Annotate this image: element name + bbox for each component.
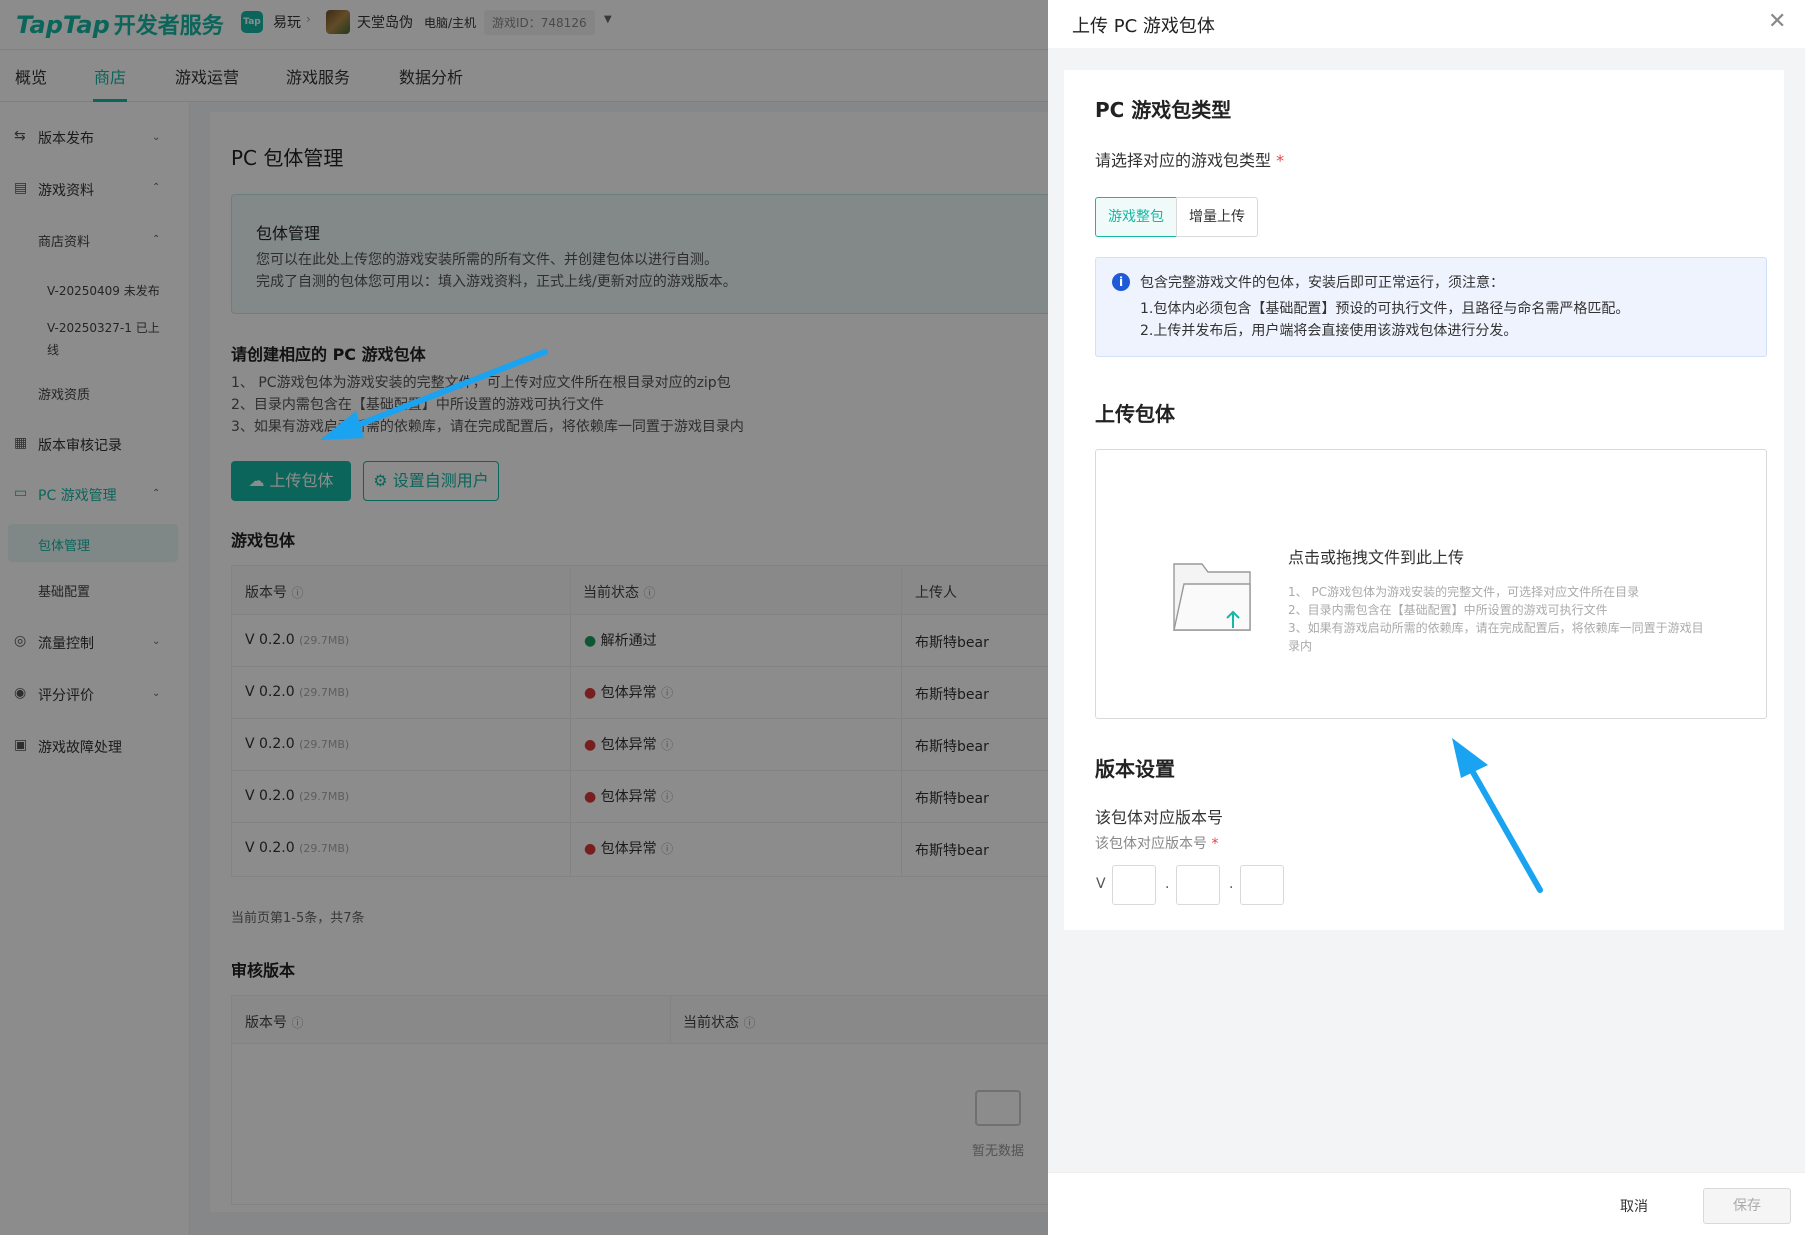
pkg-type-title: PC 游戏包类型 [1095, 98, 1232, 122]
version-patch-input[interactable] [1240, 865, 1284, 905]
option-full-package[interactable]: 游戏整包 [1095, 197, 1177, 237]
version-sublabel: 该包体对应版本号 * [1095, 836, 1219, 852]
alert-line-2: 1.包体内必须包含【基础配置】预设的可执行文件，且路径与命名需严格匹配。 [1140, 301, 1630, 317]
version-settings-title: 版本设置 [1095, 757, 1175, 781]
drawer-title: 上传 PC 游戏包体 [1072, 16, 1215, 37]
dropzone-hint-1: 1、 PC游戏包体为游戏安装的完整文件，可选择对应文件所在目录 [1288, 585, 1640, 599]
upload-title: 上传包体 [1095, 402, 1175, 426]
version-prefix: V [1096, 876, 1106, 892]
drawer-footer [1048, 1172, 1805, 1235]
close-icon[interactable]: ✕ [1768, 10, 1786, 34]
version-separator: . [1229, 876, 1234, 892]
info-icon: i [1112, 273, 1130, 291]
pkg-type-label: 请选择对应的游戏包类型 * [1095, 151, 1285, 170]
version-separator: . [1165, 876, 1170, 892]
alert-line-3: 2.上传并发布后，用户端将会直接使用该游戏包体进行分发。 [1140, 323, 1518, 339]
version-label: 该包体对应版本号 [1095, 808, 1224, 827]
dropzone-hint-3: 3、如果有游戏启动所需的依赖库，请在完成配置后，将依赖库一同置于游戏目 [1288, 621, 1704, 635]
dropzone-hint-4: 录内 [1288, 639, 1313, 653]
save-button[interactable]: 保存 [1703, 1188, 1791, 1224]
modal-overlay[interactable] [0, 0, 1048, 1235]
option-incremental[interactable]: 增量上传 [1176, 197, 1258, 237]
cancel-button[interactable]: 取消 [1620, 1196, 1648, 1216]
version-major-input[interactable] [1112, 865, 1156, 905]
folder-upload-icon [1173, 563, 1251, 631]
dropzone-title: 点击或拖拽文件到此上传 [1288, 548, 1465, 567]
alert-line-1: 包含完整游戏文件的包体，安装后即可正常运行，须注意： [1140, 275, 1504, 291]
version-minor-input[interactable] [1176, 865, 1220, 905]
dropzone-hint-2: 2、目录内需包含在【基础配置】中所设置的游戏可执行文件 [1288, 603, 1608, 617]
